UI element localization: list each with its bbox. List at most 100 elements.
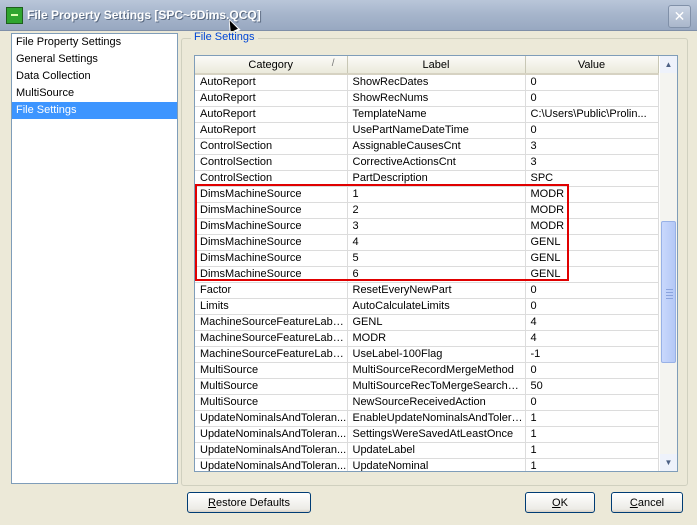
table-row[interactable]: MachineSourceFeatureLabe... UseLabel-100F… — [195, 346, 659, 363]
value-cell[interactable]: 1 — [525, 458, 659, 471]
column-header-label: Label — [422, 58, 450, 71]
table-row[interactable]: DimsMachineSource 4 GENL — [195, 234, 659, 251]
scroll-up-icon[interactable]: ▲ — [660, 56, 677, 73]
table-row[interactable]: AutoReport ShowRecDates 0 — [195, 74, 659, 91]
table-row[interactable]: DimsMachineSource 3 MODR — [195, 218, 659, 235]
settings-nav-list[interactable]: File Property Settings General Settings Da… — [11, 33, 178, 484]
value-cell[interactable]: 0 — [525, 90, 659, 107]
value-cell[interactable]: 4 — [525, 330, 659, 347]
table-row[interactable]: MultiSource MultiSourceRecToMergeSearchLi… — [195, 378, 659, 395]
restore-defaults-button[interactable]: Restore Defaults — [187, 492, 311, 513]
scrollbar-grip — [666, 289, 673, 291]
button-label: ancel — [637, 497, 665, 509]
label-cell: ShowRecDates — [347, 74, 526, 91]
table-row[interactable]: UpdateNominalsAndToleran... EnableUpdateN… — [195, 410, 659, 427]
column-header-value[interactable]: Value — [525, 56, 659, 75]
category-cell: UpdateNominalsAndToleran... — [195, 426, 348, 443]
value-cell[interactable]: 1 — [525, 426, 659, 443]
category-cell: MultiSource — [195, 394, 348, 411]
category-cell: DimsMachineSource — [195, 234, 348, 251]
value-cell[interactable]: GENL — [525, 266, 659, 283]
table-row[interactable]: AutoReport UsePartNameDateTime 0 — [195, 122, 659, 139]
table-row[interactable]: AutoReport ShowRecNums 0 — [195, 90, 659, 107]
category-cell: AutoReport — [195, 106, 348, 123]
value-cell[interactable]: 0 — [525, 282, 659, 299]
value-cell[interactable]: 0 — [525, 122, 659, 139]
cancel-button[interactable]: Cancel — [611, 492, 683, 513]
table-row[interactable]: ControlSection CorrectiveActionsCnt 3 — [195, 154, 659, 171]
value-cell[interactable]: 0 — [525, 298, 659, 315]
table-row[interactable]: ControlSection PartDescription SPC — [195, 170, 659, 187]
scrollbar-thumb[interactable] — [661, 221, 676, 364]
value-cell[interactable]: GENL — [525, 250, 659, 267]
column-header-label-col[interactable]: Label — [347, 56, 526, 75]
category-cell: MultiSource — [195, 362, 348, 379]
value-cell[interactable]: SPC — [525, 170, 659, 187]
label-cell: TemplateName — [347, 106, 526, 123]
value-cell[interactable]: C:\Users\Public\Prolin... — [525, 106, 659, 123]
category-cell: MachineSourceFeatureLabe... — [195, 346, 348, 363]
nav-item-data-collection[interactable]: Data Collection — [12, 68, 177, 85]
value-cell[interactable]: 3 — [525, 138, 659, 155]
table-row[interactable]: Limits AutoCalculateLimits 0 — [195, 298, 659, 315]
table-row[interactable]: UpdateNominalsAndToleran... UpdateNominal… — [195, 458, 659, 471]
table-row[interactable]: MachineSourceFeatureLabe... MODR 4 — [195, 330, 659, 347]
category-cell: UpdateNominalsAndToleran... — [195, 410, 348, 427]
table-row[interactable]: Factor ResetEveryNewPart 0 — [195, 282, 659, 299]
value-cell[interactable]: GENL — [525, 234, 659, 251]
table-row[interactable]: DimsMachineSource 6 GENL — [195, 266, 659, 283]
vertical-scrollbar[interactable]: ▲ ▼ — [660, 56, 677, 471]
nav-item-multisource[interactable]: MultiSource — [12, 85, 177, 102]
close-button[interactable]: ✕ — [668, 5, 691, 28]
category-cell: DimsMachineSource — [195, 218, 348, 235]
nav-item-file-property-settings[interactable]: File Property Settings — [12, 34, 177, 51]
scroll-down-icon[interactable]: ▼ — [660, 454, 677, 471]
accel-key: O — [552, 497, 561, 509]
settings-grid[interactable]: Category / Label Value AutoReport ShowRec… — [194, 55, 678, 472]
scrollbar-grip — [666, 298, 673, 300]
category-cell: ControlSection — [195, 154, 348, 171]
value-cell[interactable]: MODR — [525, 218, 659, 235]
column-header-category[interactable]: Category / — [195, 56, 348, 75]
value-cell[interactable]: 0 — [525, 394, 659, 411]
category-cell: ControlSection — [195, 138, 348, 155]
table-row[interactable]: MachineSourceFeatureLabe... GENL 4 — [195, 314, 659, 331]
value-cell[interactable]: 50 — [525, 378, 659, 395]
label-cell: 4 — [347, 234, 526, 251]
ok-button[interactable]: OK — [525, 492, 595, 513]
group-label: File Settings — [191, 31, 258, 43]
table-row[interactable]: ControlSection AssignableCausesCnt 3 — [195, 138, 659, 155]
nav-item-general-settings[interactable]: General Settings — [12, 51, 177, 68]
category-cell: AutoReport — [195, 74, 348, 91]
title-bar[interactable]: File Property Settings [SPC~6Dims.QCQ] ✕ — [0, 0, 697, 31]
nav-item-file-settings[interactable]: File Settings — [12, 102, 177, 119]
table-row[interactable]: UpdateNominalsAndToleran... SettingsWereS… — [195, 426, 659, 443]
column-header-label: Category — [248, 58, 294, 71]
table-row[interactable]: MultiSource MultiSourceRecordMergeMethod 0 — [195, 362, 659, 379]
category-cell: DimsMachineSource — [195, 186, 348, 203]
label-cell: MultiSourceRecToMergeSearchLi... — [347, 378, 526, 395]
table-row[interactable]: DimsMachineSource 1 MODR — [195, 186, 659, 203]
value-cell[interactable]: -1 — [525, 346, 659, 363]
table-row[interactable]: DimsMachineSource 5 GENL — [195, 250, 659, 267]
label-cell: CorrectiveActionsCnt — [347, 154, 526, 171]
category-cell: ControlSection — [195, 170, 348, 187]
value-cell[interactable]: 0 — [525, 74, 659, 91]
value-cell[interactable]: MODR — [525, 202, 659, 219]
value-cell[interactable]: 4 — [525, 314, 659, 331]
table-row[interactable]: AutoReport TemplateName C:\Users\Public\Pr… — [195, 106, 659, 123]
label-cell: 3 — [347, 218, 526, 235]
value-cell[interactable]: 3 — [525, 154, 659, 171]
category-cell: UpdateNominalsAndToleran... — [195, 442, 348, 459]
value-cell[interactable]: 1 — [525, 410, 659, 427]
value-cell[interactable]: 0 — [525, 362, 659, 379]
label-cell: PartDescription — [347, 170, 526, 187]
table-row[interactable]: DimsMachineSource 2 MODR — [195, 202, 659, 219]
accel-key: C — [629, 497, 638, 509]
value-cell[interactable]: MODR — [525, 186, 659, 203]
value-cell[interactable]: 1 — [525, 442, 659, 459]
table-row[interactable]: UpdateNominalsAndToleran... UpdateLabel 1 — [195, 442, 659, 459]
scrollbar-grip — [666, 295, 673, 297]
label-cell: MODR — [347, 330, 526, 347]
table-row[interactable]: MultiSource NewSourceReceivedAction 0 — [195, 394, 659, 411]
